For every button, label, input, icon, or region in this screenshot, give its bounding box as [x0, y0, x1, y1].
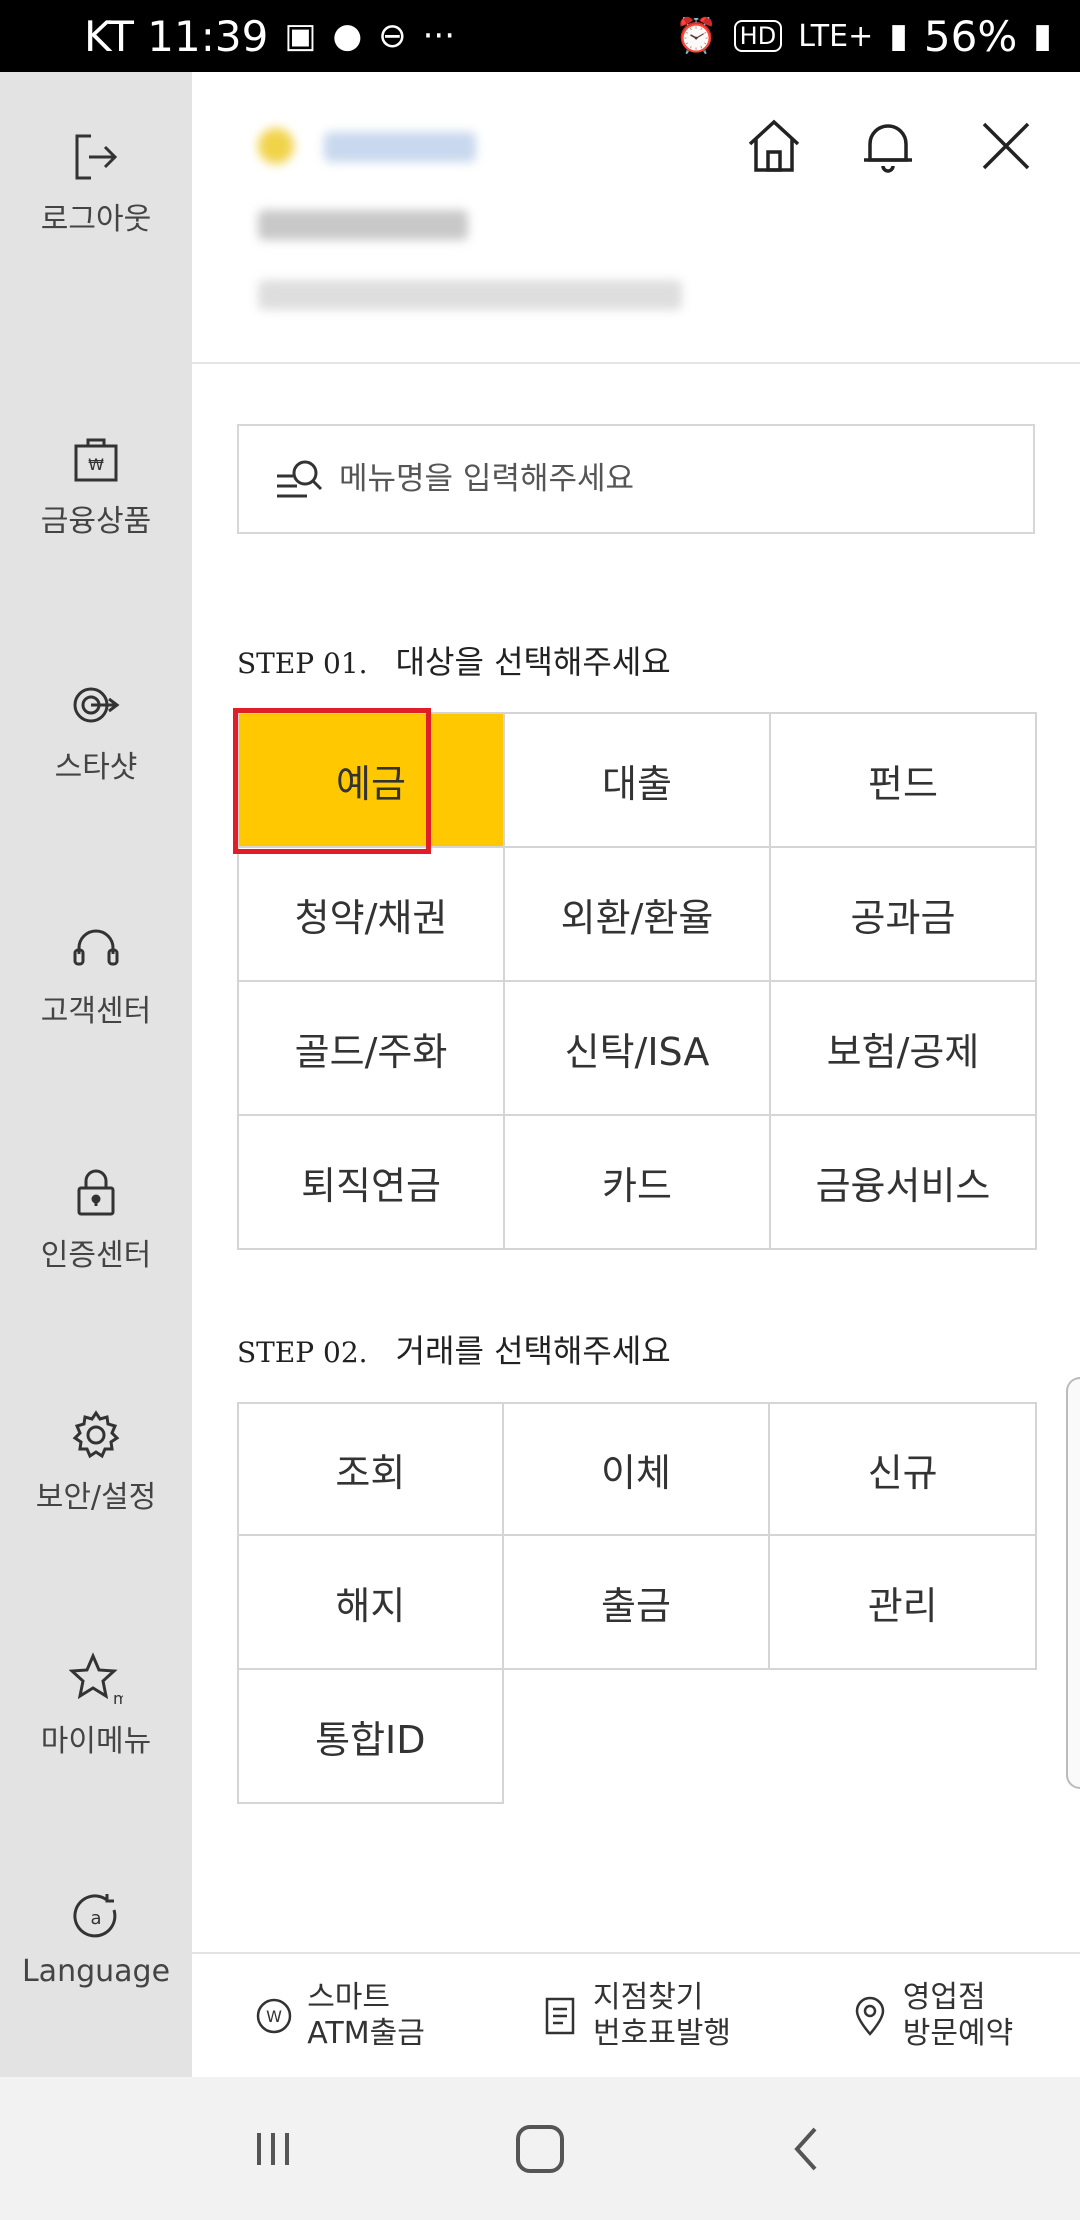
user-info-blur: [258, 210, 468, 240]
target-option-trust-isa[interactable]: 신탁/ISA: [505, 982, 771, 1116]
status-bar: KT 11:39 ▣ ● ⊖ ··· ⏰ HD LTE+ ▮ 56% ▮: [0, 0, 1080, 72]
quick-branch-reservation[interactable]: 영업점 방문예약: [784, 1980, 1080, 2052]
target-grid: 예금 대출 펀드 청약/채권 외환/환율 공과금 골드/주화 신탁/ISA 보험…: [237, 712, 1037, 1250]
sidebar-label: 마이메뉴: [40, 1724, 152, 1759]
starshot-icon: [73, 687, 120, 723]
user-info-blur: [258, 280, 682, 310]
step2-label: 거래를 선택해주세요: [395, 1332, 671, 1370]
star-icon: m: [69, 1652, 123, 1706]
transaction-option-withdraw[interactable]: 출금: [503, 1536, 771, 1670]
svg-text:₩: ₩: [88, 455, 104, 474]
svg-text:a: a: [90, 1908, 101, 1929]
user-header: [192, 72, 1080, 364]
menu-search[interactable]: [237, 424, 1035, 534]
signal-icon: ▮: [889, 16, 908, 56]
battery-icon: ▮: [1033, 16, 1052, 56]
more-icon: ···: [422, 16, 456, 56]
sidebar-label: 인증센터: [40, 1238, 152, 1273]
target-option-subscription-bond[interactable]: 청약/채권: [239, 848, 505, 982]
step1-label: 대상을 선택해주세요: [395, 643, 671, 681]
gallery-icon: ▣: [284, 16, 317, 56]
language-icon: a: [73, 1894, 117, 1938]
target-option-loan[interactable]: 대출: [505, 714, 771, 848]
target-option-forex[interactable]: 외환/환율: [505, 848, 771, 982]
svg-text:m: m: [113, 1689, 123, 1706]
lock-icon: [77, 1169, 115, 1216]
sidebar-label: 금융상품: [40, 504, 152, 539]
sidebar-item-logout[interactable]: 로그아웃: [0, 130, 192, 238]
quick-smart-atm[interactable]: W 스마트 ATM출금: [192, 1980, 488, 2052]
system-nav-bar: [0, 2077, 1080, 2220]
search-input[interactable]: [337, 460, 987, 498]
target-option-fund[interactable]: 펀드: [771, 714, 1037, 848]
location-pin-icon: [855, 1996, 885, 2036]
transaction-option-manage[interactable]: 관리: [770, 1536, 1037, 1670]
battery-percent: 56%: [923, 11, 1018, 61]
user-grade-blur: [258, 128, 294, 164]
back-icon[interactable]: [779, 2121, 835, 2177]
dnd-icon: ⊖: [378, 16, 407, 56]
recent-apps-icon[interactable]: [245, 2121, 301, 2177]
financial-product-icon: ₩: [74, 438, 118, 482]
bell-icon[interactable]: [856, 114, 920, 178]
scroll-handle[interactable]: [1066, 1377, 1080, 1789]
quick-branch-ticket[interactable]: 지점찾기 번호표발행: [488, 1980, 784, 2052]
step1-number: STEP 01.: [237, 647, 368, 680]
sidebar-item-auth-center[interactable]: 인증센터: [0, 1166, 192, 1274]
home-nav-icon[interactable]: [512, 2121, 568, 2177]
target-option-insurance[interactable]: 보험/공제: [771, 982, 1037, 1116]
won-coin-icon: W: [256, 1998, 292, 2033]
target-option-financial-service[interactable]: 금융서비스: [771, 1116, 1037, 1250]
quick-label: 영업점 방문예약: [902, 1979, 1014, 2051]
target-option-pension[interactable]: 퇴직연금: [239, 1116, 505, 1250]
transaction-option-transfer[interactable]: 이체: [503, 1402, 771, 1536]
menu-panel: STEP 01. 대상을 선택해주세요 예금 대출 펀드 청약/채권 외환/환율…: [192, 72, 1080, 2077]
search-icon: [277, 460, 323, 498]
alarm-icon: ⏰: [675, 16, 718, 56]
hd-icon: HD: [733, 20, 783, 52]
sidebar-item-starshot[interactable]: 스타샷: [0, 678, 192, 786]
sidebar: 로그아웃 ₩ 금융상품 스타샷 고객센터 인증센터 보안/설정 m 마이메뉴 a…: [0, 72, 192, 2077]
quick-menu-bar: W 스마트 ATM출금 지점찾기 번호표발행 영업점 방문예약: [192, 1952, 1080, 2077]
headset-icon: [73, 929, 119, 966]
lte-label: LTE+: [798, 18, 874, 54]
close-icon[interactable]: [974, 114, 1038, 178]
svg-text:W: W: [266, 2007, 282, 2026]
transaction-grid: 조회 이체 신규 해지 출금 관리 통합ID: [237, 1402, 1037, 1804]
transaction-option-integrated-id[interactable]: 통합ID: [237, 1670, 504, 1804]
target-option-gold-coin[interactable]: 골드/주화: [239, 982, 505, 1116]
quick-label: 지점찾기 번호표발행: [593, 1979, 731, 2051]
transaction-option-new[interactable]: 신규: [770, 1402, 1037, 1536]
sidebar-item-language[interactable]: a Language: [0, 1890, 192, 1989]
talk-icon: ●: [332, 16, 363, 56]
step2-number: STEP 02.: [237, 1336, 368, 1369]
sidebar-label: 고객센터: [40, 994, 152, 1029]
target-option-utility-bill[interactable]: 공과금: [771, 848, 1037, 982]
logout-icon: [75, 134, 118, 180]
step1-title: STEP 01. 대상을 선택해주세요: [237, 637, 671, 683]
transaction-option-inquiry[interactable]: 조회: [237, 1402, 504, 1536]
target-option-deposit[interactable]: 예금: [239, 714, 505, 848]
document-icon: [545, 1997, 575, 2034]
step2-title: STEP 02. 거래를 선택해주세요: [237, 1326, 671, 1372]
sidebar-item-customer-center[interactable]: 고객센터: [0, 922, 192, 1030]
sidebar-item-my-menu[interactable]: m 마이메뉴: [0, 1652, 192, 1760]
sidebar-label: 보안/설정: [35, 1480, 157, 1515]
carrier-time: KT 11:39: [84, 11, 269, 61]
transaction-option-cancel[interactable]: 해지: [237, 1536, 504, 1670]
user-name-blur: [324, 132, 476, 162]
sidebar-label: 로그아웃: [40, 202, 152, 237]
sidebar-item-products[interactable]: ₩ 금융상품: [0, 432, 192, 540]
sidebar-label: Language: [21, 1954, 171, 1989]
quick-label: 스마트 ATM출금: [307, 1979, 425, 2051]
home-icon[interactable]: [742, 114, 806, 178]
gear-icon: [72, 1410, 120, 1459]
sidebar-label: 스타샷: [54, 750, 138, 785]
target-option-card[interactable]: 카드: [505, 1116, 771, 1250]
sidebar-item-security-settings[interactable]: 보안/설정: [0, 1408, 192, 1516]
